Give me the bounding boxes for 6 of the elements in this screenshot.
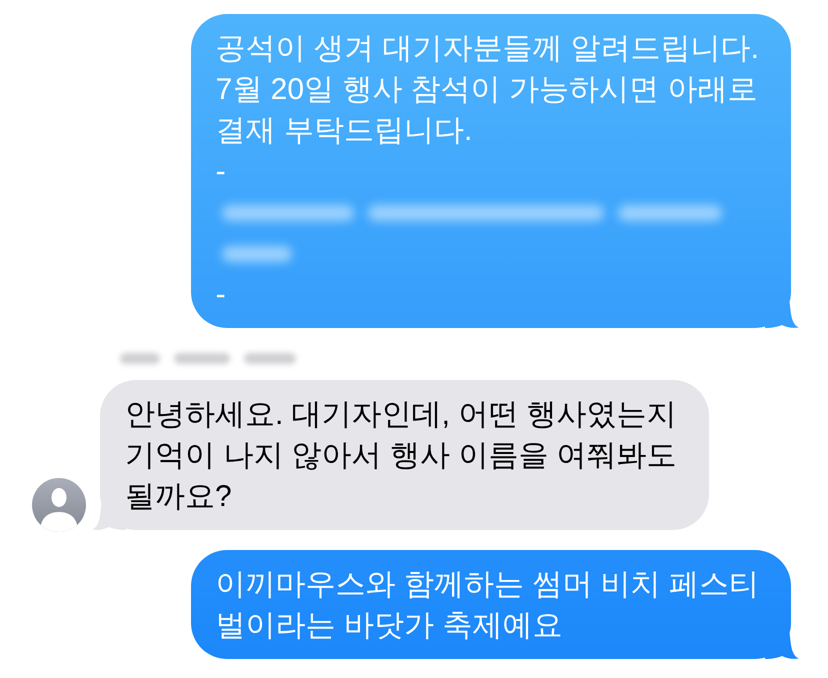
message-text: 안녕하세요. 대기자인데, 어떤 행사였는지 기억이 나지 않아서 행사 이름을 여쭤봐도 될까요? [125,397,677,515]
avatar-icon [32,478,86,532]
message-text: - [216,277,227,313]
message-text: 공석이 생겨 대기자분들께 알려드립니다. 7월 20일 행사 참석이 가능하시면 아래로 결재 부탁드립니다. [216,31,759,149]
message-text: 이끼마우스와 함께하는 썸머 비치 페스티 벌이라는 바닷가 축제예요 [216,567,759,644]
message-text: - [216,154,227,190]
